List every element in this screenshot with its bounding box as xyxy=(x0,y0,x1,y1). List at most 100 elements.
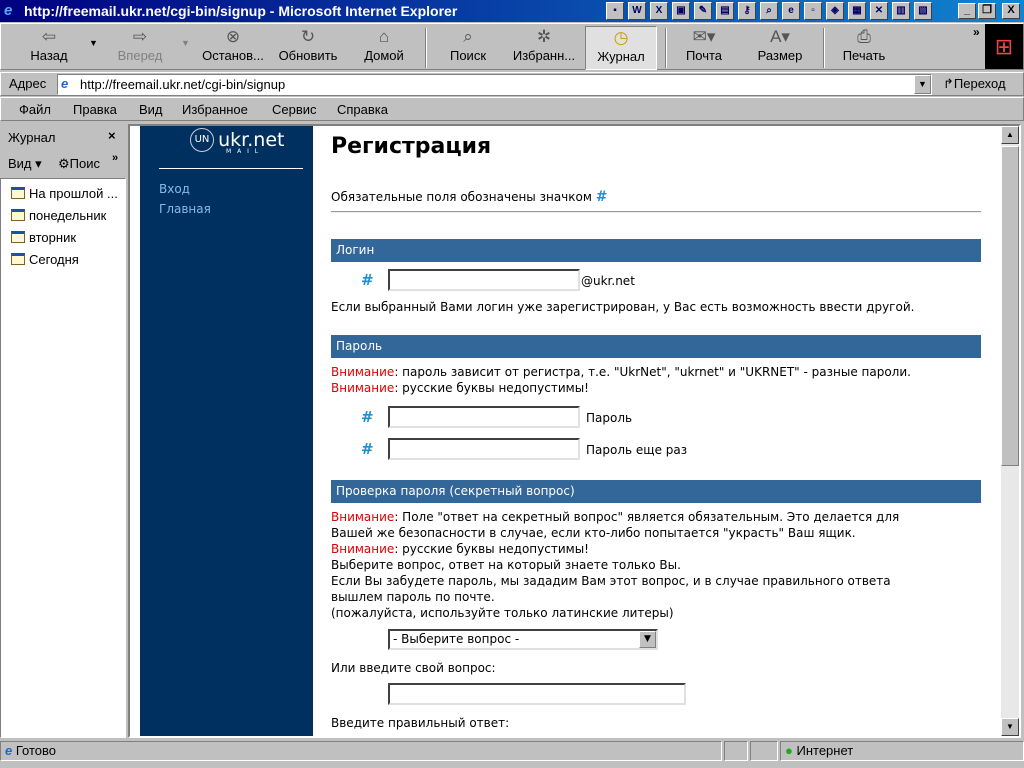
page-icon: e xyxy=(5,743,13,758)
refresh-icon: ↻ xyxy=(300,27,316,46)
password-confirm-label: Пароль еще раз xyxy=(586,443,688,457)
select-dropdown-icon[interactable]: ▼ xyxy=(639,631,656,648)
tray-icon[interactable]: ▪ xyxy=(606,2,624,20)
tray-icon[interactable]: ◈ xyxy=(826,2,844,20)
vertical-scrollbar[interactable]: ▲ ▼ xyxy=(1001,126,1019,736)
favorites-button[interactable]: ✲ Избранн... xyxy=(507,26,581,70)
required-mark: # xyxy=(361,440,374,458)
back-button[interactable]: ⇦ Назад xyxy=(19,26,79,70)
scroll-up-button[interactable]: ▲ xyxy=(1001,126,1019,144)
history-item[interactable]: понедельник xyxy=(11,208,125,223)
status-text: e Готово xyxy=(0,741,722,761)
scroll-down-button[interactable]: ▼ xyxy=(1001,718,1019,736)
nav-home-link[interactable]: Главная xyxy=(159,202,211,216)
go-button[interactable]: ↱Переход xyxy=(943,76,1006,92)
menu-edit[interactable]: Правка xyxy=(73,102,117,117)
font-size-button[interactable]: A▾ Размер xyxy=(747,26,813,70)
section-header-secret-question: Проверка пароля (секретный вопрос) xyxy=(331,480,981,503)
key-icon[interactable]: ⚷ xyxy=(738,2,756,20)
password-label: Пароль xyxy=(586,411,633,425)
nav-login-link[interactable]: Вход xyxy=(159,182,190,196)
view-dropdown[interactable]: Вид ▾ xyxy=(8,156,42,172)
address-dropdown-button[interactable]: ▼ xyxy=(914,75,931,94)
tray-icon[interactable]: ▤ xyxy=(716,2,734,20)
login-input[interactable] xyxy=(388,269,580,291)
history-item[interactable]: На прошлой ... xyxy=(11,186,125,201)
menu-favorites[interactable]: Избранное xyxy=(182,102,248,117)
history-icon: ◷ xyxy=(613,28,629,47)
password-input[interactable] xyxy=(388,406,580,428)
menu-file[interactable]: Файл xyxy=(19,102,51,117)
divider xyxy=(331,211,981,213)
home-button[interactable]: ⌂ Домой xyxy=(357,26,411,70)
go-arrow-icon: ↱ xyxy=(943,76,954,91)
secret-info: вышлем пароль по почте. xyxy=(331,590,495,604)
tray-icon[interactable]: ▦ xyxy=(848,2,866,20)
password-warning-2: Внимание: русские буквы недопустимы! xyxy=(331,381,589,395)
secret-warning-1: Внимание: Поле "ответ на секретный вопро… xyxy=(331,510,900,524)
history-panel-title: Журнал xyxy=(8,130,56,145)
calculator-icon[interactable]: ▥ xyxy=(892,2,910,20)
status-bar: e Готово ● Интернет xyxy=(0,740,1024,762)
history-search-button[interactable]: ⚙Поис xyxy=(58,156,100,172)
back-dropdown-icon[interactable]: ▼ xyxy=(89,38,98,48)
search-icon: ⚙ xyxy=(58,156,70,171)
forward-dropdown-icon[interactable]: ▼ xyxy=(181,38,190,48)
secret-info: Если Вы забудете пароль, мы зададим Вам … xyxy=(331,574,891,588)
section-header-password: Пароль xyxy=(331,335,981,358)
menu-view[interactable]: Вид xyxy=(139,102,163,117)
required-note: Обязательные поля обозначены значком # xyxy=(331,189,608,205)
forward-arrow-icon: ⇨ xyxy=(132,27,148,46)
history-button[interactable]: ◷ Журнал xyxy=(585,26,657,70)
menu-bar: Файл Правка Вид Избранное Сервис Справка xyxy=(0,97,1024,121)
own-question-input[interactable] xyxy=(388,683,686,705)
status-pane xyxy=(750,741,778,761)
tray-icon[interactable]: ✎ xyxy=(694,2,712,20)
secret-warning-1-cont: Вашей же безопасности в случае, если кто… xyxy=(331,526,856,540)
stop-button[interactable]: ⊗ Останов... xyxy=(197,26,269,70)
refresh-button[interactable]: ↻ Обновить xyxy=(271,26,345,70)
secret-question-select[interactable]: - Выберите вопрос - ▼ xyxy=(388,629,658,650)
menu-help[interactable]: Справка xyxy=(337,102,388,117)
calendar-icon xyxy=(11,231,25,243)
password-confirm-input[interactable] xyxy=(388,438,580,460)
section-header-login: Логин xyxy=(331,239,981,262)
tray-icon[interactable]: ✕ xyxy=(870,2,888,20)
ie-logo-icon: e xyxy=(4,2,13,19)
tray-icon[interactable]: ▣ xyxy=(672,2,690,20)
ie-icon[interactable]: e xyxy=(782,2,800,20)
close-panel-icon[interactable]: × xyxy=(108,128,116,143)
address-input[interactable]: e http://freemail.ukr.net/cgi-bin/signup… xyxy=(57,74,932,95)
history-item[interactable]: Сегодня xyxy=(11,252,125,267)
sidebar-divider xyxy=(159,168,303,169)
home-icon: ⌂ xyxy=(378,27,390,46)
ukrnet-logo: UN ukr.net M A I L xyxy=(190,128,284,155)
calendar-icon xyxy=(11,209,25,221)
mail-button[interactable]: ✉▾ Почта xyxy=(673,26,735,70)
history-panel: Журнал × Вид ▾ ⚙Поис » На прошлой ... по… xyxy=(0,124,126,738)
find-icon[interactable]: ⌕ xyxy=(760,2,778,20)
login-note: Если выбранный Вами логин уже зарегистри… xyxy=(331,300,915,314)
toolbar-chevron-icon[interactable]: » xyxy=(973,25,980,39)
scroll-thumb[interactable] xyxy=(1001,146,1019,466)
tray-icon[interactable]: ▧ xyxy=(914,2,932,20)
page-icon: e xyxy=(61,76,69,91)
domain-suffix: @ukr.net xyxy=(581,274,635,288)
tray-icon[interactable]: ▫ xyxy=(804,2,822,20)
minimize-button[interactable]: _ xyxy=(958,3,976,19)
print-button[interactable]: ⎙ Печать xyxy=(831,26,897,70)
excel-icon[interactable]: X xyxy=(650,2,668,20)
window-title: http://freemail.ukr.net/cgi-bin/signup -… xyxy=(24,3,458,19)
standard-toolbar: ⇦ Назад ▼ ⇨ Вперед ▼ ⊗ Останов... ↻ Обновить… xyxy=(0,23,1024,70)
word-icon[interactable]: W xyxy=(628,2,646,20)
search-button[interactable]: ⌕ Поиск xyxy=(441,26,495,70)
close-button[interactable]: X xyxy=(1002,3,1020,19)
menu-tools[interactable]: Сервис xyxy=(272,102,317,117)
forward-button[interactable]: ⇨ Вперед xyxy=(107,26,173,70)
required-mark: # xyxy=(361,408,374,426)
site-sidebar: UN ukr.net M A I L Вход Главная xyxy=(140,126,313,736)
restore-button[interactable]: ❐ xyxy=(978,3,996,19)
history-item[interactable]: вторник xyxy=(11,230,125,245)
font-size-icon: A▾ xyxy=(770,27,790,46)
panel-chevron-icon[interactable]: » xyxy=(112,152,118,164)
